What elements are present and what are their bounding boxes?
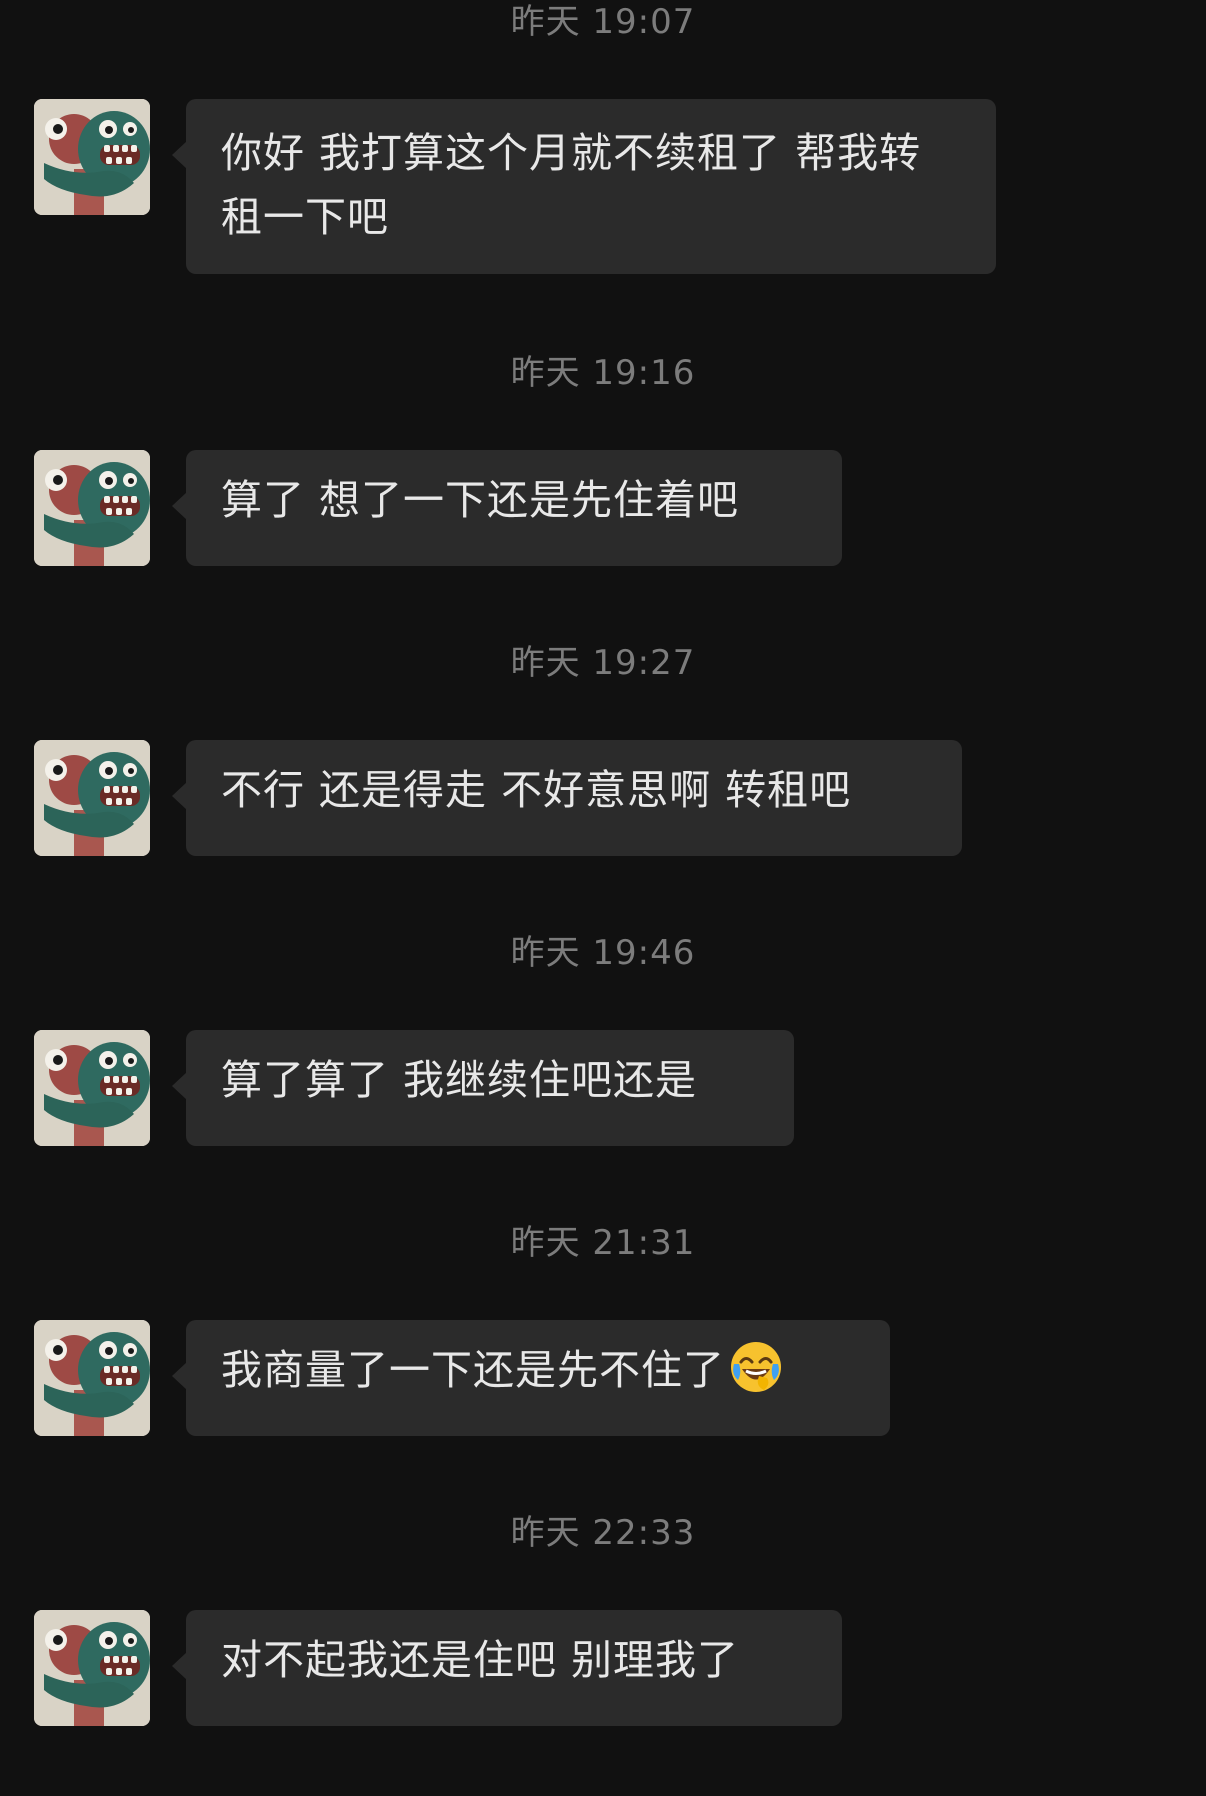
contact-avatar[interactable] — [34, 1320, 150, 1436]
contact-avatar[interactable] — [34, 1610, 150, 1726]
message-timestamp: 昨天 19:27 — [510, 643, 696, 683]
contact-avatar[interactable] — [34, 1030, 150, 1146]
contact-avatar[interactable] — [34, 99, 150, 215]
message-timestamp: 昨天 21:31 — [510, 1223, 696, 1263]
contact-avatar[interactable] — [34, 450, 150, 566]
message-text: 我商量了一下还是先不住了 — [221, 1346, 725, 1394]
message-timestamp: 昨天 19:07 — [510, 2, 696, 42]
message-bubble[interactable]: 算了 想了一下还是先住着吧 — [172, 450, 842, 566]
message-bubble[interactable]: 算了算了 我继续住吧还是 — [172, 1030, 794, 1146]
chat-thread: 昨天 19:07 你好 我打算这个月就不续租了 帮我转租一下吧 昨天 19:16… — [0, 0, 1206, 1796]
message-timestamp: 昨天 19:16 — [510, 353, 696, 393]
message-bubble[interactable]: 我商量了一下还是先不住了 — [172, 1320, 890, 1436]
message-timestamp: 昨天 22:33 — [510, 1513, 696, 1553]
contact-avatar[interactable] — [34, 740, 150, 856]
face-with-tears-of-joy-icon — [729, 1340, 783, 1394]
message-bubble[interactable]: 你好 我打算这个月就不续租了 帮我转租一下吧 — [172, 99, 996, 274]
message-bubble[interactable]: 对不起我还是住吧 别理我了 — [172, 1610, 842, 1726]
message-timestamp: 昨天 19:46 — [510, 933, 696, 973]
message-bubble[interactable]: 不行 还是得走 不好意思啊 转租吧 — [172, 740, 962, 856]
